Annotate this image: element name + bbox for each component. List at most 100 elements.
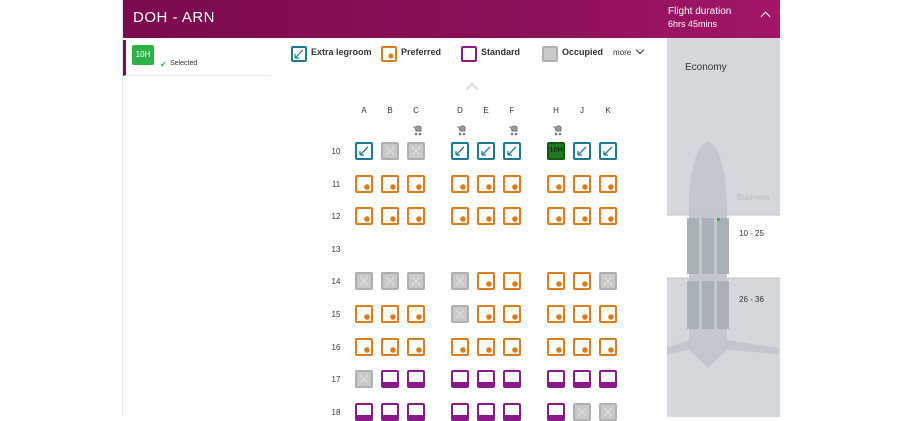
- seat-16H[interactable]: [547, 337, 565, 356]
- flight-duration-value: 6hrs 45mins: [668, 19, 718, 29]
- chevron-down-icon[interactable]: [635, 45, 645, 55]
- seat-16C[interactable]: [407, 337, 425, 356]
- seat-10C: [407, 142, 425, 160]
- row-number: 12: [331, 212, 341, 222]
- seat-18J: [573, 402, 591, 421]
- seat-18A[interactable]: [355, 402, 373, 421]
- seat-11E[interactable]: [477, 174, 495, 193]
- seat-17B[interactable]: [381, 370, 399, 389]
- seat-11F[interactable]: [503, 174, 521, 193]
- seat-15E[interactable]: [477, 305, 495, 323]
- seat-15A[interactable]: [355, 305, 373, 323]
- seat-18E[interactable]: [477, 402, 495, 421]
- seat-10F[interactable]: [503, 142, 521, 160]
- seat-15B[interactable]: [381, 305, 399, 323]
- seat-16A[interactable]: [355, 337, 373, 356]
- row-number: 10: [331, 147, 341, 156]
- collapse-chevron-up-icon[interactable]: [759, 8, 773, 22]
- seat-11K[interactable]: [599, 174, 617, 193]
- column-letter: H: [553, 106, 559, 115]
- seat-18D[interactable]: [451, 402, 469, 421]
- seat-12H[interactable]: [547, 207, 565, 226]
- seat-10H[interactable]: 10H: [547, 142, 565, 160]
- seat-15J[interactable]: [573, 305, 591, 323]
- seat-15K[interactable]: [599, 305, 617, 323]
- seat-16F[interactable]: [503, 337, 521, 356]
- column-letter: K: [605, 106, 611, 115]
- seat-11C[interactable]: [407, 174, 425, 193]
- seat-17H[interactable]: [547, 370, 565, 389]
- business-section-label: Business: [737, 193, 770, 202]
- cabin-overview-map: Economy Business 10 - 25 26 - 36: [667, 38, 780, 417]
- stroller-icon: [413, 125, 422, 136]
- preferred-seat-icon: [381, 46, 397, 62]
- column-letter: B: [387, 106, 393, 115]
- seat-14J[interactable]: [573, 272, 591, 291]
- seat-15F[interactable]: [503, 305, 521, 323]
- seat-18B[interactable]: [381, 402, 399, 421]
- seat-12B[interactable]: [381, 207, 399, 226]
- scroll-up-chevron-icon[interactable]: [466, 83, 478, 95]
- seat-10B: [381, 142, 399, 160]
- selected-seat-badge: 10H: [132, 45, 154, 65]
- seat-17D[interactable]: [451, 370, 469, 389]
- seat-18C[interactable]: [407, 402, 425, 421]
- seat-18F[interactable]: [503, 402, 521, 421]
- column-letter: C: [413, 106, 419, 115]
- seat-17K[interactable]: [599, 370, 617, 389]
- seat-16D[interactable]: [451, 337, 469, 356]
- row-number: 14: [331, 277, 341, 287]
- extra-legroom-seat-icon: [291, 46, 307, 62]
- standard-seat-icon: [461, 46, 477, 62]
- seat-16B[interactable]: [381, 337, 399, 356]
- seat-11D[interactable]: [451, 174, 469, 193]
- flight-header: DOH - ARN Flight duration 6hrs 45mins: [123, 0, 780, 38]
- seat-14C: [407, 272, 425, 291]
- seat-16K[interactable]: [599, 337, 617, 356]
- seat-14E[interactable]: [477, 272, 495, 291]
- row-range-2[interactable]: 26 - 36: [739, 295, 764, 304]
- seat-15D: [451, 305, 469, 323]
- legend-label: Occupied: [562, 47, 604, 57]
- seat-16E[interactable]: [477, 337, 495, 356]
- more-legend-link[interactable]: more: [613, 48, 631, 57]
- row-number: 15: [331, 310, 341, 319]
- seat-12J[interactable]: [573, 207, 591, 226]
- aircraft-silhouette: [667, 142, 780, 368]
- seat-14F[interactable]: [503, 272, 521, 291]
- seat-10K[interactable]: [599, 142, 617, 160]
- seat-11A[interactable]: [355, 174, 373, 193]
- seat-17E[interactable]: [477, 370, 495, 389]
- seat-12C[interactable]: [407, 207, 425, 226]
- seat-16J[interactable]: [573, 337, 591, 356]
- seat-10A[interactable]: [355, 142, 373, 160]
- seat-11B[interactable]: [381, 174, 399, 193]
- seat-17J[interactable]: [573, 370, 591, 389]
- seat-12D[interactable]: [451, 207, 469, 226]
- passenger-seat-selection[interactable]: 10H ✔ Selected: [123, 40, 271, 76]
- seat-10D[interactable]: [451, 142, 469, 160]
- seat-14B: [381, 272, 399, 291]
- seat-15C[interactable]: [407, 305, 425, 323]
- seat-14H[interactable]: [547, 272, 565, 291]
- column-letter: E: [483, 106, 489, 115]
- seat-12A[interactable]: [355, 207, 373, 226]
- seat-11J[interactable]: [573, 174, 591, 193]
- seat-18H[interactable]: [547, 402, 565, 421]
- seat-12F[interactable]: [503, 207, 521, 226]
- column-letter: J: [580, 106, 584, 115]
- column-letter: F: [509, 106, 515, 115]
- seat-12K[interactable]: [599, 207, 617, 226]
- cabin-name: Economy: [685, 62, 727, 73]
- seat-15H[interactable]: [547, 305, 565, 323]
- legend-label: Preferred: [401, 47, 442, 57]
- seat-10E[interactable]: [477, 142, 495, 160]
- seat-12E[interactable]: [477, 207, 495, 226]
- seat-11H[interactable]: [547, 174, 565, 193]
- seat-10J[interactable]: [573, 142, 591, 160]
- seat-17C[interactable]: [407, 370, 425, 389]
- column-letter: A: [361, 106, 367, 115]
- flight-duration-label: Flight duration: [668, 6, 732, 17]
- seat-17F[interactable]: [503, 370, 521, 389]
- row-range-1[interactable]: 10 - 25: [739, 229, 764, 238]
